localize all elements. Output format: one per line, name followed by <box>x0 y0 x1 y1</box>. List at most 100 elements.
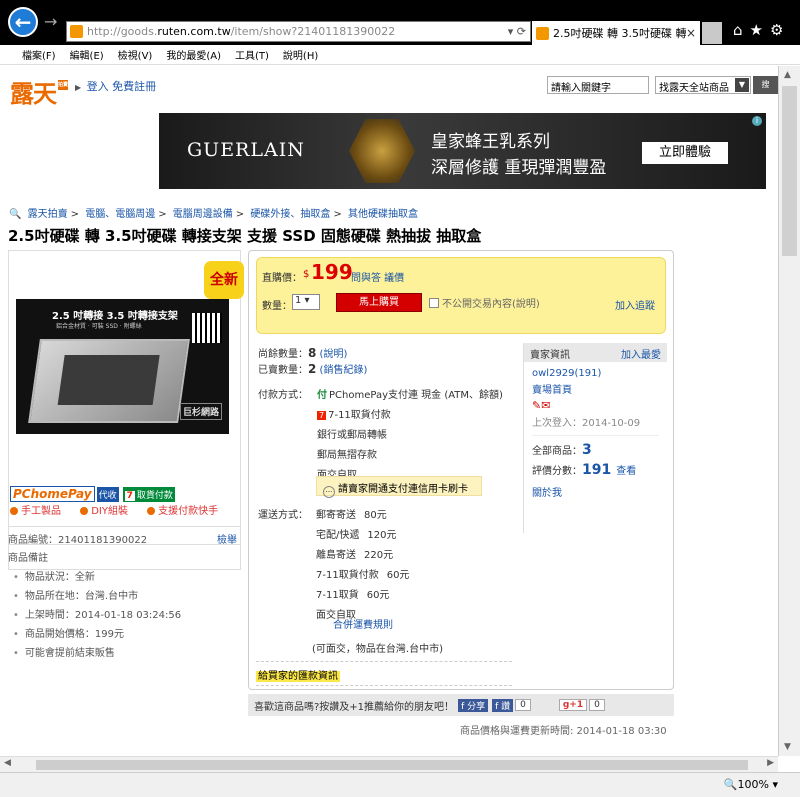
breadcrumb-item[interactable]: 電腦、電腦周邊 <box>85 209 155 220</box>
about-me-link[interactable]: 關於我 <box>532 484 659 499</box>
breadcrumb: 🔍 露天拍賣 > 電腦、電腦周邊 > 電腦周邊設備 > 硬碟外接、抽取盒 > 其他硬碟抽… <box>9 209 418 220</box>
buy-now-button[interactable]: 馬上購買 <box>336 293 422 312</box>
shipping-label: 運送方式： <box>258 510 308 521</box>
menu-tools[interactable]: 工具(T) <box>235 47 269 62</box>
facebook-share-button[interactable]: f 分享 <box>458 698 489 712</box>
pay-tag: 代收 <box>96 486 119 502</box>
breadcrumb-item[interactable]: 其他硬碟抽取盒 <box>348 209 418 220</box>
face-to-face-note: (可面交，物品在台灣.台中市) <box>312 644 443 655</box>
new-tab-button[interactable] <box>702 22 722 44</box>
list-item: 物品狀況：全新 <box>13 568 240 583</box>
scroll-right-icon[interactable]: ▶ <box>767 758 774 768</box>
product-notes: 商品備註 物品狀況：全新 物品所在地：台灣.台中市 上架時間：2014-01-1… <box>8 544 240 663</box>
search-input[interactable]: 請輸入關鍵字 <box>547 76 649 94</box>
shop-home-link[interactable]: 賣場首頁 <box>532 381 659 396</box>
notes-title: 商品備註 <box>8 544 240 564</box>
quantity-select[interactable]: 1 ▾ <box>292 294 320 310</box>
scrollbar-thumb[interactable] <box>36 760 748 770</box>
qa-bargain-link[interactable]: 問與答 議價 <box>351 269 404 284</box>
feature-badge[interactable]: DIY組裝 <box>80 506 136 517</box>
remain-count: 8 <box>308 346 317 360</box>
scroll-left-icon[interactable]: ◀ <box>4 758 11 768</box>
private-checkbox[interactable]: 不公開交易內容(說明) <box>429 295 540 310</box>
scroll-down-icon[interactable]: ▼ <box>784 742 791 752</box>
list-item: 上架時間：2014-01-18 03:24:56 <box>13 606 240 621</box>
bank-info-row[interactable]: 給買家的匯款資訊 <box>256 661 512 686</box>
product-image[interactable]: 2.5 吋轉接 3.5 吋轉接支架 鋁合金材質 · 可裝 SSD · 附螺絲 巨… <box>16 299 229 434</box>
merge-shipping-link[interactable]: 合併運費規則 <box>333 616 393 631</box>
menu-favorites[interactable]: 我的最愛(A) <box>166 47 221 62</box>
zoom-level[interactable]: 🔍100% ▾ <box>724 778 778 791</box>
price-label: 直購價： <box>262 273 302 284</box>
track-link[interactable]: 加入追蹤 <box>615 297 655 312</box>
site-favicon-icon <box>70 25 83 38</box>
browser-titlebar: ← → http://goods.ruten.com.tw/item/show?… <box>0 0 800 45</box>
gplus-count: 0 <box>589 699 605 711</box>
pchomepay-logo: PChomePay <box>10 486 95 502</box>
vertical-scrollbar[interactable]: ▲ ▼ <box>778 66 800 756</box>
shipping-row: 宅配/快遞 120元 <box>316 530 397 541</box>
seven-eleven-icon: 7 <box>124 490 135 501</box>
ad-info-icon[interactable]: i <box>752 116 762 126</box>
search-scope-select[interactable]: 找露天全站商品 ▼ <box>655 76 751 94</box>
credit-card-notice[interactable]: ··· 請賣家開通支付連信用卡刷卡 <box>316 476 482 498</box>
menu-file[interactable]: 檔案(F) <box>22 47 56 62</box>
facebook-like-button[interactable]: f 讚 <box>492 698 514 712</box>
payment-methods: 付款方式： 付 PChomePay支付連 現金 (ATM、餘額) 7 7-11取貨付… <box>258 386 503 481</box>
shipping-row: 郵寄寄送 80元 <box>316 510 387 521</box>
seller-item-count: 全部商品：3 <box>532 442 592 458</box>
google-plus-button[interactable]: g+1 <box>558 699 588 711</box>
menu-edit[interactable]: 編輯(E) <box>70 47 104 62</box>
sold-count: 2 <box>308 362 317 376</box>
payment-label: 付款方式： <box>258 390 308 401</box>
ruten-logo[interactable]: 露天 拍賣 <box>10 74 68 109</box>
sales-record-link[interactable]: (銷售紀錄) <box>320 365 368 376</box>
view-score-link[interactable]: 查看 <box>616 466 636 477</box>
ad-cta-button[interactable]: 立即體驗 <box>642 142 728 164</box>
url-text[interactable]: http://goods.ruten.com.tw/item/show?2140… <box>87 25 504 38</box>
feature-badge[interactable]: 手工製品 <box>10 506 69 517</box>
update-time: 商品價格與運費更新時間: 2014-01-18 03:30 <box>460 726 667 737</box>
image-caption: 2.5 吋轉接 3.5 吋轉接支架 <box>52 311 178 322</box>
edit-mail-icons[interactable]: ✎✉ <box>532 399 659 412</box>
seven-eleven-badge: 7 取貨付款 <box>122 486 175 502</box>
banner-ad[interactable]: GUERLAIN 皇家蜂王乳系列 深層修護 重現彈潤豐盈 立即體驗 i <box>159 113 766 189</box>
shipping-row: 7-11取貨付款 60元 <box>316 570 410 581</box>
home-favorites-settings-icons[interactable]: ⌂★⚙ <box>733 21 790 39</box>
horizontal-scrollbar[interactable]: ◀ ▶ <box>0 756 778 772</box>
bank-info-link[interactable]: 給買家的匯款資訊 <box>256 671 340 682</box>
list-item: 可能會提前結束販售 <box>13 644 240 659</box>
breadcrumb-item[interactable]: 露天拍賣 <box>28 209 68 220</box>
price-amount: 199 <box>311 260 353 284</box>
feature-badge[interactable]: 支援付款快手 <box>147 506 226 517</box>
seller-name-link[interactable]: owl2929(191) <box>532 368 659 379</box>
shipping-row: 7-11取貨 60元 <box>316 590 390 601</box>
remain-help-link[interactable]: (說明) <box>320 349 348 360</box>
breadcrumb-item[interactable]: 電腦周邊設備 <box>173 209 233 220</box>
seller-score: 評價分數：191 查看 <box>532 462 637 478</box>
scroll-up-icon[interactable]: ▲ <box>784 70 791 80</box>
page-viewport: 露天 拍賣 ▶ 登入 免費註冊 請輸入關鍵字 找露天全站商品 ▼ 搜 GUERLAI… <box>0 66 778 756</box>
arrow-icon: ▶ <box>75 83 82 92</box>
logo-badge: 拍賣 <box>58 80 69 90</box>
menu-view[interactable]: 檢視(V) <box>118 47 153 62</box>
forward-button[interactable]: → <box>44 12 57 31</box>
browser-tab-active[interactable]: 2.5吋硬碟 轉 3.5吋硬碟 轉... × <box>532 21 700 45</box>
login-link[interactable]: 登入 <box>87 80 109 93</box>
refresh-icon[interactable]: ▾ ⟳ <box>504 25 530 38</box>
address-bar[interactable]: http://goods.ruten.com.tw/item/show?2140… <box>66 21 531 42</box>
seller-info: 賣家資訊 加入最愛 owl2929(191) 賣場首頁 ✎✉ 上次登入：2014-… <box>523 343 667 533</box>
tab-close-icon[interactable]: × <box>686 26 696 40</box>
breadcrumb-item[interactable]: 硬碟外接、抽取盒 <box>250 209 330 220</box>
image-watermark: 巨杉網路 <box>180 403 223 420</box>
ad-headline: 皇家蜂王乳系列 <box>431 132 550 152</box>
menu-help[interactable]: 說明(H) <box>283 47 318 62</box>
quantity-label: 數量： <box>262 301 292 312</box>
back-button[interactable]: ← <box>8 7 38 37</box>
account-links: ▶ 登入 免費註冊 <box>75 78 156 94</box>
scrollbar-thumb[interactable] <box>782 86 797 256</box>
register-link[interactable]: 免費註冊 <box>112 80 156 93</box>
search-button[interactable]: 搜 <box>753 76 778 94</box>
add-favorite-link[interactable]: 加入最愛 <box>621 346 661 361</box>
page-title: 2.5吋硬碟 轉 3.5吋硬碟 轉接支架 支援 SSD 固態硬碟 熱抽拔 抽取盒 <box>8 227 482 245</box>
